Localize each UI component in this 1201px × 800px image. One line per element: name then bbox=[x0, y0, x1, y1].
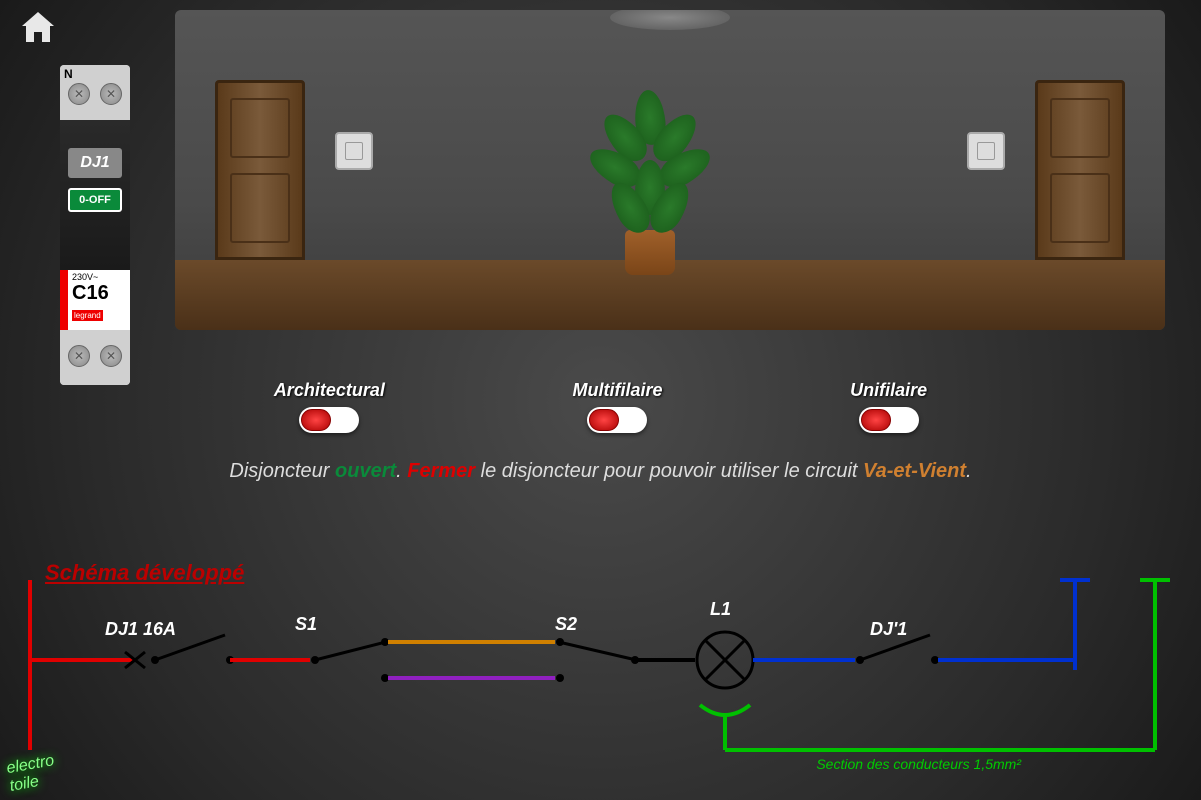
instruction-text: Disjoncteur ouvert. Fermer le disjoncteu… bbox=[0, 460, 1201, 483]
breaker-body: DJ1 0-OFF bbox=[60, 120, 130, 270]
instr-part3: le disjoncteur pour pouvoir utiliser le … bbox=[475, 460, 863, 482]
label-s2: S2 bbox=[555, 614, 577, 634]
door-right bbox=[1035, 80, 1125, 260]
instr-open: ouvert bbox=[335, 460, 396, 482]
instr-part4: . bbox=[966, 460, 972, 482]
instr-circuit: Va-et-Vient bbox=[863, 460, 966, 482]
instr-close: Fermer bbox=[407, 460, 475, 482]
screw-icon bbox=[68, 345, 90, 367]
screw-icon bbox=[100, 345, 122, 367]
toggle-unifilaire[interactable] bbox=[859, 407, 919, 433]
breaker-rating-plate: 230V~ C16 legrand bbox=[60, 270, 130, 330]
wall-switch-right[interactable] bbox=[967, 132, 1005, 170]
toggle-architectural-group: Architectural bbox=[274, 380, 385, 433]
breaker-brand: legrand bbox=[72, 310, 103, 321]
toggle-multifilaire-group: Multifilaire bbox=[572, 380, 662, 433]
label-l1: L1 bbox=[710, 599, 731, 619]
breaker-voltage: 230V~ bbox=[72, 272, 126, 282]
section-conductors-note: Section des conducteurs 1,5mm² bbox=[816, 756, 1021, 772]
view-toggles-row: Architectural Multifilaire Unifilaire bbox=[0, 380, 1201, 433]
home-icon bbox=[18, 10, 58, 46]
plant-decor bbox=[595, 80, 705, 275]
breaker-bottom-terminals bbox=[60, 330, 130, 385]
circuit-breaker[interactable]: DJ1 0-OFF 230V~ C16 legrand bbox=[60, 65, 130, 385]
screw-icon bbox=[100, 83, 122, 105]
label-dj1p: DJ'1 bbox=[870, 619, 907, 639]
toggle-multifilaire[interactable] bbox=[587, 407, 647, 433]
breaker-amperage: C16 bbox=[72, 282, 126, 305]
screw-icon bbox=[68, 83, 90, 105]
schema-panel: Schéma développé L DJ1 16A S1 S2 L1 bbox=[0, 540, 1201, 800]
home-button[interactable] bbox=[18, 10, 58, 51]
label-s1: S1 bbox=[295, 614, 317, 634]
wall-switch-left[interactable] bbox=[335, 132, 373, 170]
ceiling-light-icon bbox=[610, 10, 730, 30]
toggle-architectural-label: Architectural bbox=[274, 380, 385, 401]
terminal-L: L bbox=[20, 554, 35, 581]
breaker-top-terminals bbox=[60, 65, 130, 120]
terminal-N: N bbox=[1062, 554, 1080, 581]
label-dj1: DJ1 16A bbox=[105, 619, 176, 639]
instr-part1: Disjoncteur bbox=[229, 460, 335, 482]
breaker-id-label: DJ1 bbox=[68, 148, 122, 178]
terminal-PE: PE bbox=[1140, 554, 1173, 581]
toggle-unifilaire-group: Unifilaire bbox=[850, 380, 927, 433]
toggle-unifilaire-label: Unifilaire bbox=[850, 380, 927, 401]
instr-part2: . bbox=[396, 460, 407, 482]
toggle-architectural[interactable] bbox=[299, 407, 359, 433]
room-3d-view bbox=[175, 10, 1165, 330]
toggle-multifilaire-label: Multifilaire bbox=[572, 380, 662, 401]
breaker-switch[interactable]: 0-OFF bbox=[68, 188, 122, 212]
door-left bbox=[215, 80, 305, 260]
